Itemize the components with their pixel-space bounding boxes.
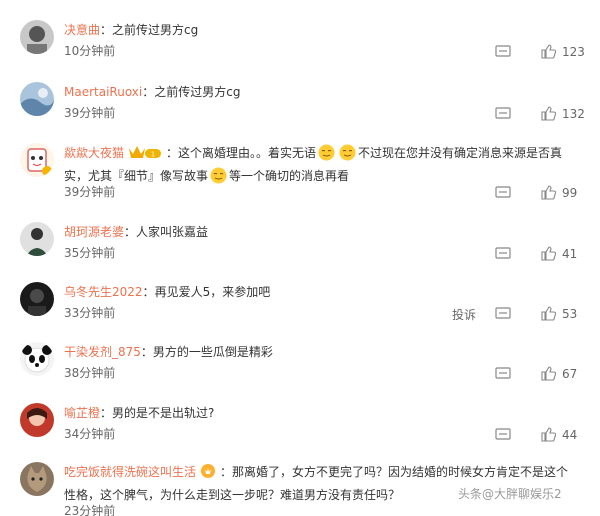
comment-time: 38分钟前 (64, 366, 116, 380)
like-count: 67 (562, 367, 578, 381)
reply-icon[interactable] (495, 186, 511, 200)
avatar[interactable] (20, 82, 54, 116)
like-icon[interactable] (541, 246, 556, 261)
avatar[interactable] (20, 462, 54, 496)
avatar[interactable] (20, 222, 54, 256)
comment-item: 乌冬先生2022：再见爱人5，来参加吧 33分钟前 投诉 53 (0, 280, 600, 340)
comment-item: 喻芷橙：男的是不是出轨过? 34分钟前 44 (0, 401, 600, 461)
comment-time: 10分钟前 (64, 44, 116, 58)
comment-body: 胡珂源老婆：人家叫张嘉益 (64, 225, 209, 239)
like-count: 123 (562, 45, 585, 59)
username-link[interactable]: 乌冬先生2022 (64, 285, 143, 299)
like-icon[interactable] (541, 185, 556, 200)
comment-text: 之前传过男方cg (154, 85, 241, 99)
comment-text: 之前传过男方cg (112, 23, 199, 37)
username-link[interactable]: 喻芷橙 (64, 406, 100, 420)
like-icon[interactable] (541, 44, 556, 59)
svg-text:1: 1 (151, 151, 155, 159)
reply-icon[interactable] (495, 45, 511, 59)
like-count: 44 (562, 428, 578, 442)
vip-crown-icon: 1 (128, 144, 162, 166)
fan-badge-icon (200, 463, 216, 485)
like-count: 53 (562, 307, 578, 321)
comment-item: 胡珂源老婆：人家叫张嘉益 35分钟前 41 (0, 220, 600, 280)
comment-body: 决意曲：之前传过男方cg (64, 23, 199, 37)
face-emoji-icon (318, 144, 335, 161)
like-icon[interactable] (541, 106, 556, 121)
comment-body: 喻芷橙：男的是不是出轨过? (64, 406, 215, 420)
username-link[interactable]: 决意曲 (64, 23, 100, 37)
comment-body: 乌冬先生2022：再见爱人5，来参加吧 (64, 285, 271, 299)
reply-icon[interactable] (495, 428, 511, 442)
avatar[interactable] (20, 403, 54, 437)
comment-item: MaertaiRuoxi：之前传过男方cg 39分钟前 132 (0, 80, 600, 140)
comment-text: 人家叫张嘉益 (136, 225, 209, 239)
like-count: 99 (562, 186, 578, 200)
comment-time: 34分钟前 (64, 427, 116, 441)
avatar[interactable] (20, 342, 54, 376)
comment-body: 歘歘大夜猫 1 ：这个离婚理由。。着实无语 不过现在您并没有确定消息来源是否真实，尤其… (64, 144, 563, 184)
comment-body: MaertaiRuoxi：之前传过男方cg (64, 85, 241, 99)
comment-text: 再见爱人5，来参加吧 (154, 285, 271, 299)
like-count: 41 (562, 247, 578, 261)
username-link[interactable]: 歘歘大夜猫 (64, 146, 124, 160)
reply-icon[interactable] (495, 367, 511, 381)
comment-text: 男方的一些瓜倒是精彩 (152, 345, 273, 359)
like-icon[interactable] (541, 306, 556, 321)
comment-item: 决意曲：之前传过男方cg 10分钟前 123 (0, 18, 600, 78)
comment-item: 歘歘大夜猫 1 ：这个离婚理由。。着实无语 不过现在您并没有确定消息来源是否真实，尤其… (0, 141, 600, 203)
reply-icon[interactable] (495, 307, 511, 321)
face-emoji-icon (210, 167, 227, 184)
avatar[interactable] (20, 282, 54, 316)
username-link[interactable]: 干染发剂_875 (64, 345, 141, 359)
comment-time: 39分钟前 (64, 185, 116, 199)
username-link[interactable]: 吃完饭就得洗碗这叫生活 (64, 465, 196, 479)
reply-icon[interactable] (495, 107, 511, 121)
report-button[interactable]: 投诉 (452, 306, 476, 323)
comment-time: 33分钟前 (64, 306, 116, 320)
comment-time: 23分钟前 (64, 504, 116, 516)
comment-text: 等一个确切的消息再看 (229, 169, 350, 183)
comment-time: 35分钟前 (64, 246, 116, 260)
comment-body: 干染发剂_875：男方的一些瓜倒是精彩 (64, 345, 273, 359)
comment-item: 干染发剂_875：男方的一些瓜倒是精彩 38分钟前 67 (0, 340, 600, 400)
comment-time: 39分钟前 (64, 106, 116, 120)
like-icon[interactable] (541, 427, 556, 442)
comment-text: 男的是不是出轨过? (112, 406, 215, 420)
face-emoji-icon (339, 144, 356, 161)
watermark: 头条@大胖聊娱乐2 (458, 487, 562, 501)
username-link[interactable]: 胡珂源老婆 (64, 225, 124, 239)
comment-text: 这个离婚理由。。着实无语 (178, 146, 317, 160)
reply-icon[interactable] (495, 247, 511, 261)
like-icon[interactable] (541, 366, 556, 381)
like-count: 132 (562, 107, 585, 121)
avatar[interactable] (20, 143, 54, 177)
username-link[interactable]: MaertaiRuoxi (64, 85, 142, 99)
avatar[interactable] (20, 20, 54, 54)
